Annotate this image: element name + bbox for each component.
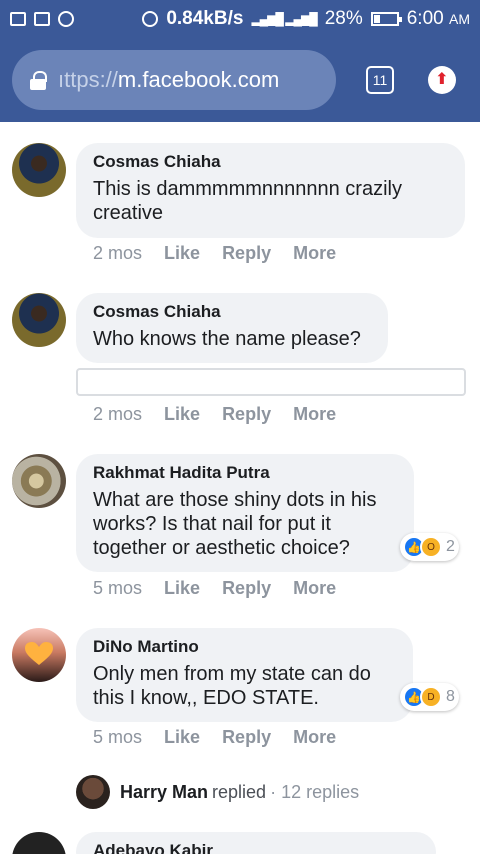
alarm-icon — [142, 11, 159, 27]
like-button[interactable]: Like — [164, 243, 200, 264]
more-button[interactable]: More — [293, 243, 336, 264]
url-scheme: ıttps:// — [58, 67, 118, 92]
comment-bubble: Adebayo Kabir — [76, 832, 436, 854]
network-speed: 0.84kB/s — [166, 8, 244, 29]
avatar[interactable] — [12, 628, 66, 682]
avatar[interactable] — [12, 454, 66, 508]
comment-author[interactable]: Cosmas Chiaha — [93, 151, 447, 173]
clock-time: 6:00 — [406, 8, 444, 29]
comment-author[interactable]: Rakhmat Hadita Putra — [93, 462, 396, 484]
comment-bubble: Rakhmat Hadita Putra What are those shin… — [76, 454, 414, 572]
comment-text: Who knows the name please? — [93, 328, 361, 350]
status-bar: 0.84kB/s ▂▄▆█ ▂▄▆█ 28% 6:00 AM — [0, 0, 480, 38]
comment-bubble: Cosmas Chiaha Who knows the name please? — [76, 293, 388, 363]
haha-reaction-icon: D — [420, 686, 442, 708]
replied-label: replied — [212, 781, 267, 802]
reply-count: · 12 replies — [270, 781, 360, 802]
clock-ampm: AM — [449, 11, 470, 27]
comment-author[interactable]: DiNo Martino — [93, 636, 395, 658]
avatar[interactable] — [12, 293, 66, 347]
reply-button[interactable]: Reply — [222, 727, 271, 748]
reply-avatar — [76, 775, 110, 809]
heart-hands-icon — [25, 642, 53, 665]
more-button[interactable]: More — [293, 578, 336, 599]
more-button[interactable]: More — [293, 404, 336, 425]
battery-fill — [373, 15, 381, 23]
comment-text: Only men from my state can do this I kno… — [93, 663, 371, 709]
avatar[interactable] — [12, 832, 66, 854]
clock: 6:00 AM — [407, 8, 470, 30]
image-icon — [10, 12, 26, 26]
browser-toolbar: ıttps://m.facebook.com 11 ⬆ — [0, 38, 480, 122]
comment-actions: 5 mos Like Reply More — [93, 578, 336, 599]
like-button[interactable]: Like — [164, 727, 200, 748]
notification-icons — [10, 11, 74, 27]
comment-bubble: Cosmas Chiaha This is dammmmmnnnnnnn cra… — [76, 143, 465, 238]
like-button[interactable]: Like — [164, 404, 200, 425]
reaction-count: 2 — [446, 538, 455, 555]
comment-time[interactable]: 2 mos — [93, 243, 142, 264]
reaction-count: 8 — [446, 688, 455, 705]
more-button[interactable]: More — [293, 727, 336, 748]
wow-reaction-icon: O — [420, 536, 442, 558]
tab-switcher-button[interactable]: 11 — [366, 66, 394, 94]
screenshot-icon — [34, 12, 50, 26]
avatar[interactable] — [12, 143, 66, 197]
url-text: ıttps://m.facebook.com — [58, 67, 279, 93]
lock-icon — [30, 71, 47, 90]
arrow-up-icon: ⬆ — [435, 71, 449, 88]
comment-actions: 2 mos Like Reply More — [93, 404, 336, 425]
comment-author[interactable]: Cosmas Chiaha — [93, 301, 370, 323]
reply-button[interactable]: Reply — [222, 578, 271, 599]
battery-icon — [370, 12, 402, 26]
reply-button[interactable]: Reply — [222, 243, 271, 264]
system-indicators: 0.84kB/s ▂▄▆█ ▂▄▆█ 28% 6:00 AM — [142, 8, 470, 30]
url-host: m.facebook.com — [117, 67, 280, 92]
update-button[interactable]: ⬆ — [428, 66, 456, 94]
replier-name: Harry Man — [120, 781, 209, 802]
signal-icon: ▂▄▆█ ▂▄▆█ — [251, 12, 317, 26]
comment-actions: 5 mos Like Reply More — [93, 727, 336, 748]
like-button[interactable]: Like — [164, 578, 200, 599]
reply-input[interactable] — [76, 368, 466, 396]
comment-actions: 2 mos Like Reply More — [93, 243, 336, 264]
comment-time[interactable]: 5 mos — [93, 578, 142, 599]
reaction-summary[interactable]: 👍 D 8 — [400, 683, 459, 711]
comment-time[interactable]: 5 mos — [93, 727, 142, 748]
comment-time[interactable]: 2 mos — [93, 404, 142, 425]
view-replies-link[interactable]: Harry Man replied · 12 replies — [76, 775, 359, 809]
whatsapp-icon — [58, 11, 74, 27]
comment-bubble: DiNo Martino Only men from my state can … — [76, 628, 413, 722]
comment-text: What are those shiny dots in his works? … — [93, 489, 377, 559]
reaction-summary[interactable]: 👍 O 2 — [400, 533, 459, 561]
battery-percent: 28% — [324, 8, 363, 29]
comment-author[interactable]: Adebayo Kabir — [93, 840, 418, 854]
comment-text: This is dammmmmnnnnnnn crazily creative — [93, 178, 402, 224]
reply-button[interactable]: Reply — [222, 404, 271, 425]
url-bar[interactable]: ıttps://m.facebook.com — [12, 50, 336, 110]
